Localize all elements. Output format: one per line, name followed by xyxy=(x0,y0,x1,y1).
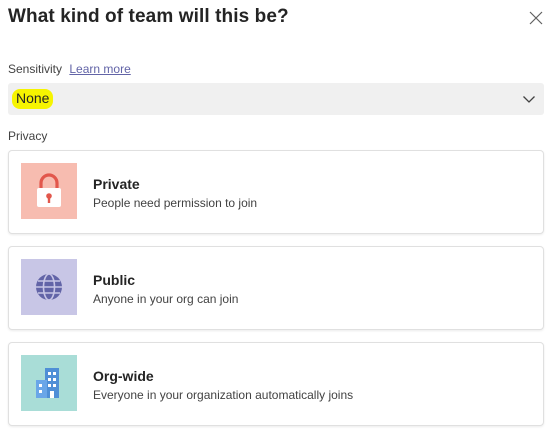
privacy-option-public[interactable]: Public Anyone in your org can join xyxy=(8,246,544,330)
option-description: Anyone in your org can join xyxy=(93,292,239,306)
globe-icon xyxy=(36,273,62,301)
option-description: People need permission to join xyxy=(93,196,258,210)
learn-more-link[interactable]: Learn more xyxy=(69,62,130,76)
org-wide-tile xyxy=(21,355,77,411)
privacy-option-org-wide[interactable]: Org-wide Everyone in your organization a… xyxy=(8,342,544,426)
option-title: Private xyxy=(93,176,140,192)
public-tile xyxy=(21,259,77,315)
dialog-title: What kind of team will this be? xyxy=(8,6,289,27)
chevron-down-icon xyxy=(523,96,535,103)
sensitivity-selected-value: None xyxy=(12,89,54,109)
close-icon xyxy=(529,11,543,25)
building-icon xyxy=(36,368,59,398)
privacy-option-private[interactable]: Private People need permission to join xyxy=(8,150,544,234)
close-button[interactable] xyxy=(526,8,546,28)
option-description: Everyone in your organization automatica… xyxy=(93,388,354,402)
lock-icon xyxy=(37,173,61,207)
option-title: Public xyxy=(93,272,136,288)
sensitivity-label: Sensitivity xyxy=(8,62,63,76)
option-title: Org-wide xyxy=(93,368,154,384)
privacy-label: Privacy xyxy=(8,129,48,143)
private-tile xyxy=(21,163,77,219)
sensitivity-dropdown[interactable]: None xyxy=(8,83,544,115)
sensitivity-row: Sensitivity Learn more xyxy=(8,62,131,76)
